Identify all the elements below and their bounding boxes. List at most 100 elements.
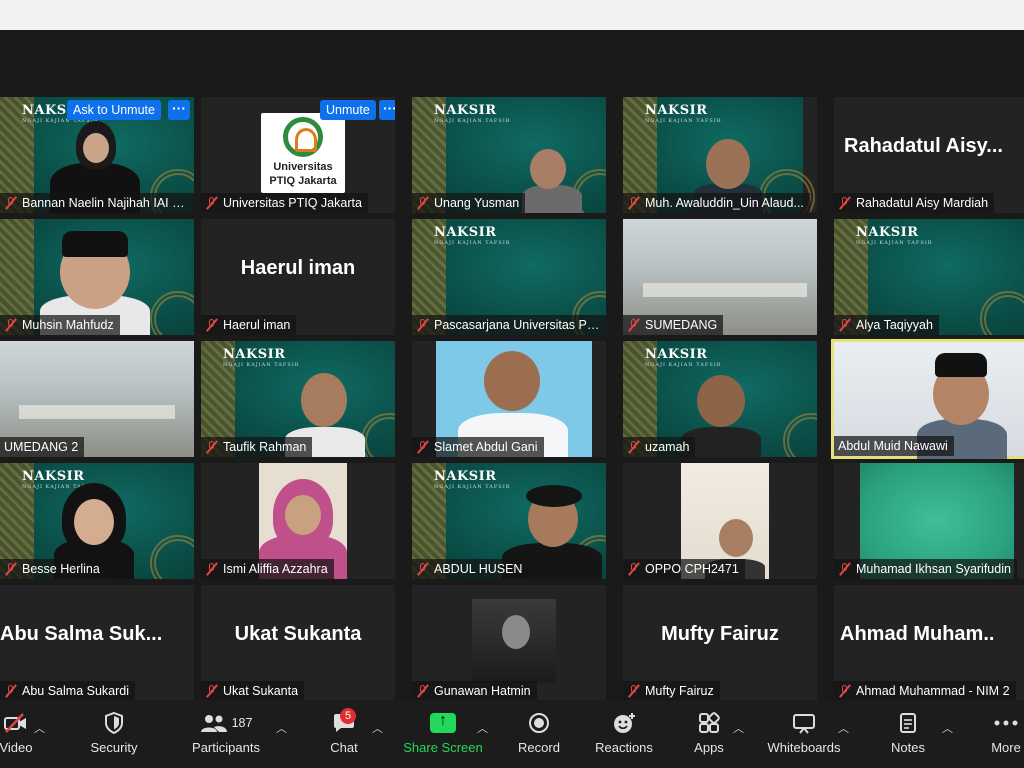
mic-off-icon xyxy=(4,562,18,576)
participant-name: UMEDANG 2 xyxy=(4,440,79,454)
participant-tile[interactable]: NAKSIR NGAJI KAJIAN TAFSIR Muh. Awaluddin… xyxy=(623,97,817,213)
participant-name: Muh. Awaluddin_Uin Alaud... xyxy=(645,196,804,210)
naksir-logo-text: NAKSIR NGAJI KAJIAN TAFSIR xyxy=(434,225,511,246)
participant-name-bar: Abdul Muid Nawawi xyxy=(834,436,954,456)
unmute-button[interactable]: Unmute xyxy=(320,100,376,120)
participant-name: Besse Herlina xyxy=(22,562,100,576)
chat-options-caret[interactable]: ︿ xyxy=(372,720,383,736)
participant-tile[interactable]: NAKSIR NGAJI KAJIAN TAFSIR Pascasarjana U… xyxy=(412,219,606,335)
mic-off-icon xyxy=(838,562,852,576)
participant-display-name: Haerul iman xyxy=(240,257,356,279)
participant-name: Ismi Aliffia Azzahra xyxy=(223,562,328,576)
participant-tile[interactable]: NAKSIR NGAJI KAJIAN TAFSIR Taufik Rahman xyxy=(201,341,395,457)
participant-name-bar: Abu Salma Sukardi xyxy=(0,681,136,701)
active-speaker-tile[interactable]: Abdul Muid Nawawi xyxy=(831,339,1024,459)
participant-name-bar: Ahmad Muhammad - NIM 2 xyxy=(834,681,1016,701)
participant-display-name: Ukat Sukanta xyxy=(234,623,362,645)
participant-tile[interactable]: NAKSIR NGAJI KAJIAN TAFSIR Alya Taqiyyah xyxy=(834,219,1024,335)
participant-name-bar: Pascasarjana Universitas PTI... xyxy=(412,315,606,335)
participant-name: Rahadatul Aisy Mardiah xyxy=(856,196,989,210)
share-screen-button[interactable]: Share Screen xyxy=(402,710,484,766)
participant-tile[interactable]: Abu Salma Suk... Abu Salma Sukardi xyxy=(0,585,194,701)
record-button[interactable]: Record xyxy=(514,710,564,766)
record-label: Record xyxy=(518,740,560,755)
whiteboards-button[interactable]: Whiteboards xyxy=(762,710,846,766)
participant-tile[interactable]: Rahadatul Aisy... Rahadatul Aisy Mardiah xyxy=(834,97,1024,213)
participant-display-name: Rahadatul Aisy... xyxy=(844,135,1003,157)
participant-name: SUMEDANG xyxy=(645,318,718,332)
naksir-logo-text: NAKSIR NGAJI KAJIAN TAFSIR xyxy=(645,347,722,368)
record-icon xyxy=(529,713,549,733)
participant-name: Muhamad Ikhsan Syarifudin xyxy=(856,562,1011,576)
participant-tile[interactable]: Muhamad Ikhsan Syarifudin xyxy=(834,463,1024,579)
notes-button[interactable]: Notes xyxy=(884,710,932,766)
participant-tile[interactable]: NAKSIR NGAJI KAJIAN TAFSIR ABDUL HUSEN xyxy=(412,463,606,579)
participant-name-bar: Alya Taqiyyah xyxy=(834,315,939,335)
more-label: More xyxy=(991,740,1021,755)
participant-tile[interactable]: Slamet Abdul Gani xyxy=(412,341,606,457)
apps-icon xyxy=(699,712,720,733)
participant-name-bar: ABDUL HUSEN xyxy=(412,559,529,579)
participant-tile[interactable]: Ahmad Muham.. Ahmad Muhammad - NIM 2 xyxy=(834,585,1024,701)
mic-off-icon xyxy=(4,196,18,210)
participants-options-caret[interactable]: ︿ xyxy=(276,720,287,736)
participant-tile[interactable]: NAKSIR NGAJI KAJIAN TAFSIR Unang Yusman xyxy=(412,97,606,213)
participant-tile[interactable]: Haerul iman Haerul iman xyxy=(201,219,395,335)
participant-name-bar: Mufty Fairuz xyxy=(623,681,720,701)
notes-icon xyxy=(900,713,916,733)
participant-tile[interactable]: NAKSIR NGAJI KAJIAN TAFSIR Ask to Unmute … xyxy=(0,97,194,213)
more-button[interactable]: More xyxy=(984,710,1024,766)
participant-name-bar: Bannan Naelin Najihah IAI P... xyxy=(0,193,194,213)
video-button[interactable]: Video xyxy=(0,710,38,766)
mic-off-icon xyxy=(838,318,852,332)
chat-button[interactable]: 5 Chat xyxy=(322,708,366,766)
participant-name: Gunawan Hatmin xyxy=(434,684,531,698)
ask-to-unmute-button[interactable]: Ask to Unmute xyxy=(67,100,161,120)
security-button[interactable]: Security xyxy=(82,710,146,766)
participant-name: Abdul Muid Nawawi xyxy=(838,439,948,453)
notes-options-caret[interactable]: ︿ xyxy=(942,720,953,736)
participants-icon xyxy=(200,715,227,732)
apps-button[interactable]: Apps xyxy=(688,710,730,766)
tile-more-button[interactable]: ··· xyxy=(379,100,395,120)
participant-name: Alya Taqiyyah xyxy=(856,318,933,332)
participant-tile[interactable]: UMEDANG 2 xyxy=(0,341,194,457)
participant-name-bar: Muhsin Mahfudz xyxy=(0,315,120,335)
naksir-logo-text: NAKSIR NGAJI KAJIAN TAFSIR xyxy=(223,347,300,368)
participant-name: Mufty Fairuz xyxy=(645,684,714,698)
participant-tile[interactable]: OPPO CPH2471 xyxy=(623,463,817,579)
apps-label: Apps xyxy=(694,740,724,755)
participant-name-bar: Rahadatul Aisy Mardiah xyxy=(834,193,995,213)
shield-icon xyxy=(105,712,123,734)
participant-name-bar: Gunawan Hatmin xyxy=(412,681,537,701)
participant-name: Slamet Abdul Gani xyxy=(434,440,538,454)
tile-more-button[interactable]: ··· xyxy=(168,100,190,120)
ptiq-emblem-icon xyxy=(283,117,323,157)
participant-tile[interactable]: Mufty Fairuz Mufty Fairuz xyxy=(623,585,817,701)
meeting-toolbar: Video ︿ Security 187 Participants ︿ 5 Ch… xyxy=(0,700,1024,768)
participant-tile[interactable]: Gunawan Hatmin xyxy=(412,585,606,701)
participant-name: Muhsin Mahfudz xyxy=(22,318,114,332)
mic-off-icon xyxy=(838,196,852,210)
naksir-logo-text: NAKSIR NGAJI KAJIAN TAFSIR xyxy=(434,469,511,490)
share-options-caret[interactable]: ︿ xyxy=(477,720,488,736)
reactions-button[interactable]: Reactions xyxy=(592,710,656,766)
apps-options-caret[interactable]: ︿ xyxy=(733,720,744,736)
participant-name-bar: Besse Herlina xyxy=(0,559,106,579)
participant-tile[interactable]: SUMEDANG xyxy=(623,219,817,335)
whiteboards-options-caret[interactable]: ︿ xyxy=(838,720,849,736)
participant-tile[interactable]: Muhsin Mahfudz xyxy=(0,219,194,335)
participant-name-bar: SUMEDANG xyxy=(623,315,724,335)
video-options-caret[interactable]: ︿ xyxy=(34,720,45,736)
participant-tile[interactable]: NAKSIR NGAJI KAJIAN TAFSIR uzamah xyxy=(623,341,817,457)
participant-tile[interactable]: NAKSIR NGAJI KAJIAN TAFSIR Besse Herlina xyxy=(0,463,194,579)
participant-tile[interactable]: Ukat Sukanta Ukat Sukanta xyxy=(201,585,395,701)
participant-name-bar: OPPO CPH2471 xyxy=(623,559,745,579)
mic-off-icon xyxy=(416,196,430,210)
participant-tile[interactable]: Ismi Aliffia Azzahra xyxy=(201,463,395,579)
participant-name-bar: Muh. Awaluddin_Uin Alaud... xyxy=(623,193,810,213)
participant-tile[interactable]: Universitas PTIQ Jakarta Unmute ··· Univ… xyxy=(201,97,395,213)
participant-name-bar: uzamah xyxy=(623,437,696,457)
more-dots-icon xyxy=(994,720,1018,726)
participants-button[interactable]: 187 Participants xyxy=(186,710,266,766)
